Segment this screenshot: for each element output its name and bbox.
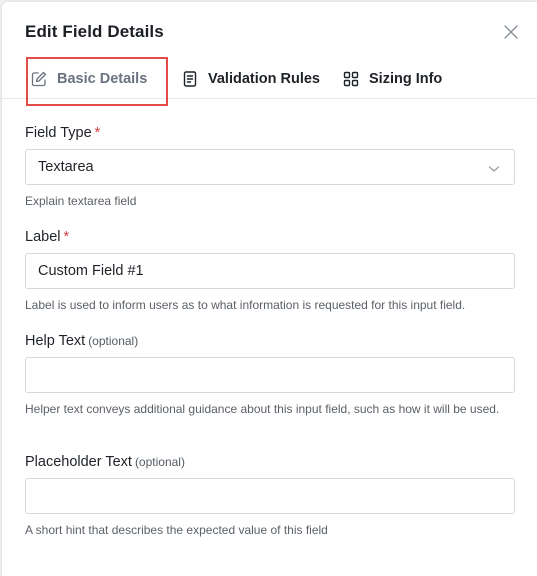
- label-input-value: Custom Field #1: [38, 263, 144, 279]
- modal-header: Edit Field Details: [2, 2, 537, 60]
- placeholder-text-label: Placeholder Text (optional): [25, 454, 185, 470]
- chevron-down-icon: [488, 162, 500, 172]
- required-marker: *: [94, 125, 101, 141]
- document-icon: [181, 70, 199, 88]
- tab-basic-details-label: Basic Details: [57, 71, 148, 87]
- field-type-select[interactable]: Textarea: [25, 149, 515, 185]
- field-type-group: Field Type * Textarea Explain textarea fi…: [25, 123, 515, 209]
- label-input[interactable]: Custom Field #1: [25, 253, 515, 289]
- tab-sizing-info[interactable]: Sizing Info: [342, 66, 442, 92]
- tab-validation-rules-label: Validation Rules: [208, 71, 320, 87]
- required-marker: *: [63, 229, 70, 245]
- help-text-label: Help Text (optional): [25, 333, 139, 349]
- edit-icon: [30, 70, 48, 88]
- edit-field-modal: Edit Field Details Basic Details Validat…: [2, 2, 537, 576]
- field-type-value: Textarea: [38, 159, 94, 175]
- close-icon[interactable]: [503, 24, 519, 40]
- label-group: Label * Custom Field #1 Label is used to …: [25, 227, 515, 313]
- label-field-label: Label *: [25, 229, 70, 245]
- optional-marker: (optional): [134, 455, 185, 469]
- modal-title: Edit Field Details: [25, 22, 164, 41]
- tab-sizing-info-label: Sizing Info: [369, 71, 443, 87]
- help-text-input[interactable]: [25, 357, 515, 393]
- tab-validation-rules[interactable]: Validation Rules: [181, 66, 320, 92]
- label-hint: Label is used to inform users as to what…: [25, 298, 466, 312]
- placeholder-text-input[interactable]: [25, 478, 515, 514]
- tab-bar: Basic Details Validation Rules Sizing In…: [2, 57, 537, 106]
- help-text-group: Help Text (optional) Helper text conveys …: [25, 331, 515, 417]
- help-text-hint: Helper text conveys additional guidance …: [25, 402, 500, 416]
- field-type-hint: Explain textarea field: [25, 194, 137, 208]
- grid-icon: [342, 70, 360, 88]
- placeholder-text-group: Placeholder Text (optional) A short hint …: [25, 452, 515, 538]
- optional-marker: (optional): [88, 334, 139, 348]
- field-type-label: Field Type *: [25, 125, 101, 141]
- tab-basic-details[interactable]: Basic Details: [30, 66, 147, 92]
- placeholder-text-hint: A short hint that describes the expected…: [25, 523, 328, 537]
